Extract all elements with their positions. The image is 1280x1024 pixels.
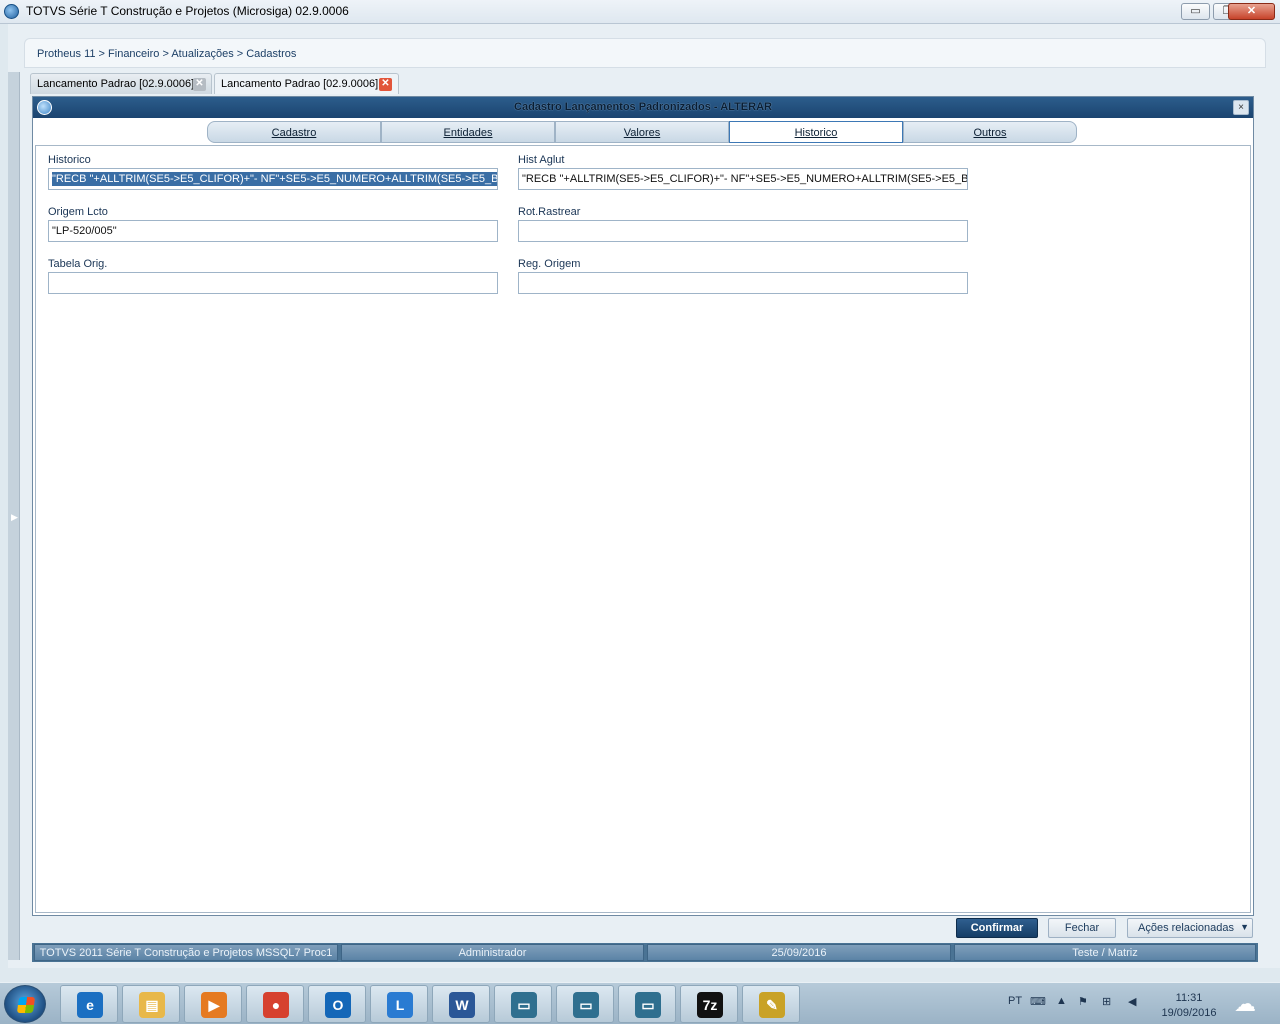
volume-icon[interactable]: ◀ bbox=[1128, 995, 1136, 1008]
taskbar-app-button[interactable]: e bbox=[60, 985, 118, 1023]
minimize-button[interactable]: ▭ bbox=[1181, 3, 1210, 20]
start-button[interactable] bbox=[4, 985, 46, 1023]
lync-icon: L bbox=[387, 992, 413, 1018]
tab-outros[interactable]: Outros bbox=[903, 121, 1077, 143]
network-icon[interactable]: ⊞ bbox=[1102, 995, 1111, 1008]
taskbar-app-button[interactable]: ▭ bbox=[618, 985, 676, 1023]
window-title: TOTVS Série T Construção e Projetos (Mic… bbox=[26, 4, 349, 18]
rot-rastrear-label: Rot.Rastrear bbox=[518, 206, 581, 218]
origem-lcto-field[interactable]: "LP-520/005" bbox=[48, 220, 498, 242]
status-environment: Teste / Matriz bbox=[954, 944, 1256, 961]
close-button[interactable]: Fechar bbox=[1048, 918, 1116, 938]
tabela-orig-field[interactable] bbox=[48, 272, 498, 294]
totvs-app-icon bbox=[4, 4, 19, 19]
clock-date: 19/09/2016 bbox=[1161, 1007, 1217, 1019]
tabela-orig-label: Tabela Orig. bbox=[48, 258, 108, 270]
historico-field[interactable]: "RECB "+ALLTRIM(SE5->E5_CLIFOR)+"- NF"+S… bbox=[48, 168, 498, 190]
clock-time: 11:31 bbox=[1175, 992, 1203, 1004]
taskbar-app-button[interactable]: ▭ bbox=[494, 985, 552, 1023]
system-clock[interactable]: 11:31 19/09/2016 bbox=[1150, 991, 1228, 1021]
show-hidden-icons-icon[interactable]: ▲ bbox=[1056, 995, 1067, 1007]
breadcrumb-bar: Protheus 11 > Financeiro > Atualizações … bbox=[24, 38, 1266, 68]
chevron-down-icon: ▼ bbox=[1240, 922, 1249, 932]
origem-lcto-label: Origem Lcto bbox=[48, 206, 108, 218]
status-system: TOTVS 2011 Série T Construção e Projetos… bbox=[34, 944, 338, 961]
status-date: 25/09/2016 bbox=[647, 944, 951, 961]
side-panel-toggle[interactable]: ▶ bbox=[8, 72, 20, 960]
historico-label: Historico bbox=[48, 154, 91, 166]
document-tabs: Lancamento Padrao [02.9.0006] ✕ Lancamen… bbox=[24, 70, 1266, 96]
doc-tab-2[interactable]: Lancamento Padrao [02.9.0006] ✕ bbox=[214, 73, 399, 94]
taskbar-app-button[interactable]: ● bbox=[246, 985, 304, 1023]
taskbar-app-button[interactable]: 7z bbox=[680, 985, 738, 1023]
taskbar-app-button[interactable]: O bbox=[308, 985, 366, 1023]
expand-arrow-icon: ▶ bbox=[11, 512, 18, 522]
status-bar: TOTVS 2011 Série T Construção e Projetos… bbox=[32, 943, 1258, 962]
file-explorer-icon: ▤ bbox=[139, 992, 165, 1018]
hist-aglut-label: Hist Aglut bbox=[518, 154, 565, 166]
related-actions-button[interactable]: Ações relacionadas ▼ bbox=[1127, 918, 1253, 938]
taskbar-app-button[interactable]: ▶ bbox=[184, 985, 242, 1023]
internet-explorer-icon: e bbox=[77, 992, 103, 1018]
status-user: Administrador bbox=[341, 944, 644, 961]
tab-valores[interactable]: Valores bbox=[555, 121, 729, 143]
tab-cadastro[interactable]: Cadastro bbox=[207, 121, 381, 143]
windows-taskbar: e ▤ ▶ ● O L W ▭ ▭ ▭ 7z ✎ PT ⌨ ▲ ⚑ ⊞ ◀ 11:31 19/09/2… bbox=[0, 982, 1280, 1024]
cloud-icon[interactable]: ☁ bbox=[1234, 991, 1256, 1017]
taskbar-app-button[interactable]: ▤ bbox=[122, 985, 180, 1023]
language-indicator[interactable]: PT bbox=[1008, 995, 1022, 1007]
related-actions-label: Ações relacionadas bbox=[1138, 922, 1235, 934]
dialog-close-button[interactable]: × bbox=[1233, 100, 1249, 115]
action-center-flag-icon[interactable]: ⚑ bbox=[1078, 995, 1088, 1008]
window-title-bar: TOTVS Série T Construção e Projetos (Mic… bbox=[0, 0, 1280, 24]
remote-desktop-icon-3: ▭ bbox=[635, 992, 661, 1018]
outlook-icon: O bbox=[325, 992, 351, 1018]
tab-entidades[interactable]: Entidades bbox=[381, 121, 555, 143]
keyboard-icon[interactable]: ⌨ bbox=[1030, 995, 1046, 1008]
close-window-button[interactable]: ✕ bbox=[1228, 3, 1275, 20]
dialog-header: Cadastro Lançamentos Padronizados - ALTE… bbox=[33, 97, 1253, 118]
lancamento-dialog: Cadastro Lançamentos Padronizados - ALTE… bbox=[32, 96, 1254, 916]
dialog-title: Cadastro Lançamentos Padronizados - ALTE… bbox=[514, 101, 772, 113]
close-tab-icon[interactable]: ✕ bbox=[193, 78, 206, 91]
breadcrumb: Protheus 11 > Financeiro > Atualizações … bbox=[37, 48, 297, 60]
doc-tab-1[interactable]: Lancamento Padrao [02.9.0006] ✕ bbox=[30, 73, 212, 94]
reg-origem-field[interactable] bbox=[518, 272, 968, 294]
tab-historico[interactable]: Historico bbox=[729, 121, 903, 143]
remote-desktop-icon-1: ▭ bbox=[511, 992, 537, 1018]
historico-value: "RECB "+ALLTRIM(SE5->E5_CLIFOR)+"- NF"+S… bbox=[52, 172, 497, 186]
media-player-icon: ▶ bbox=[201, 992, 227, 1018]
rot-rastrear-field[interactable] bbox=[518, 220, 968, 242]
doc-tab-label: Lancamento Padrao [02.9.0006] bbox=[37, 78, 195, 90]
historico-panel: Historico "RECB "+ALLTRIM(SE5->E5_CLIFOR… bbox=[35, 145, 1251, 913]
7zip-icon: 7z bbox=[697, 992, 723, 1018]
close-tab-icon[interactable]: ✕ bbox=[379, 78, 392, 91]
windows-logo-icon bbox=[16, 997, 36, 1013]
chrome-icon: ● bbox=[263, 992, 289, 1018]
confirm-button[interactable]: Confirmar bbox=[956, 918, 1038, 938]
form-tabs: Cadastro Entidades Valores Historico Out… bbox=[207, 121, 1079, 143]
taskbar-app-button[interactable]: ✎ bbox=[742, 985, 800, 1023]
tools-icon: ✎ bbox=[759, 992, 785, 1018]
taskbar-app-button[interactable]: L bbox=[370, 985, 428, 1023]
reg-origem-label: Reg. Origem bbox=[518, 258, 581, 270]
doc-tab-label: Lancamento Padrao [02.9.0006] bbox=[221, 78, 379, 90]
remote-desktop-icon-2: ▭ bbox=[573, 992, 599, 1018]
taskbar-app-button[interactable]: ▭ bbox=[556, 985, 614, 1023]
hist-aglut-field[interactable]: "RECB "+ALLTRIM(SE5->E5_CLIFOR)+"- NF"+S… bbox=[518, 168, 968, 190]
word-icon: W bbox=[449, 992, 475, 1018]
taskbar-app-button[interactable]: W bbox=[432, 985, 490, 1023]
